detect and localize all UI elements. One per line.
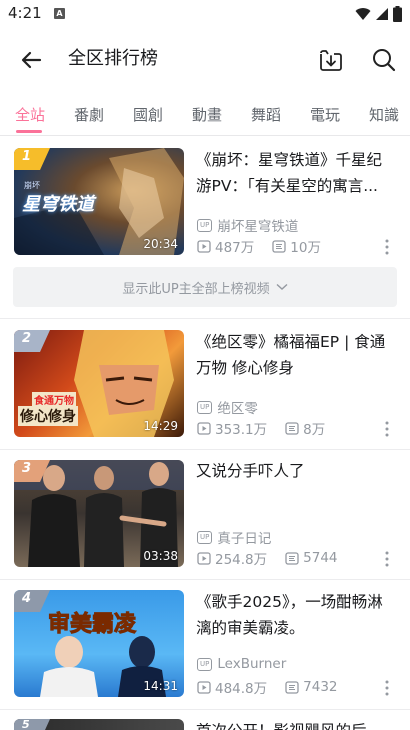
back-button[interactable]: [16, 46, 46, 74]
chevron-down-icon: [276, 283, 288, 290]
more-vertical-icon: [385, 421, 389, 437]
video-thumbnail[interactable]: 5: [14, 719, 184, 730]
video-title[interactable]: 《歌手2025》，一场酣畅淋漓的审美霸凌。: [196, 589, 396, 641]
divider: [0, 449, 410, 450]
thumbnail-caption: 修心修身: [18, 406, 78, 426]
play-count: 484.8万: [215, 681, 268, 697]
video-duration: 20:34: [143, 237, 178, 251]
video-stats: 487万 10万: [197, 236, 321, 256]
danmaku-count: 7432: [303, 679, 338, 695]
play-count-icon: [197, 239, 211, 253]
more-vertical-icon: [385, 239, 389, 255]
thumbnail-logo: 星穹铁道: [22, 194, 94, 215]
video-title[interactable]: 又说分手吓人了: [196, 458, 396, 484]
uploader-name: LexBurner: [217, 656, 287, 672]
divider: [0, 579, 410, 580]
uploader[interactable]: UP 崩坏星穹铁道: [197, 215, 298, 235]
notification-icon: A: [54, 8, 65, 19]
rank-badge: 2: [14, 330, 50, 352]
show-all-label: 显示此UP主全部上榜视频: [122, 281, 270, 297]
video-stats: 353.1万 8万: [197, 418, 325, 438]
danmaku-icon: [285, 680, 299, 694]
video-duration: 14:29: [143, 419, 178, 433]
more-vertical-icon: [385, 680, 389, 696]
play-count-icon: [197, 421, 211, 435]
video-title[interactable]: 首次公开！影视飓风的后台...: [196, 718, 396, 730]
download-button[interactable]: [316, 45, 346, 75]
battery-icon: [393, 6, 402, 22]
rank-number: 5: [22, 719, 30, 730]
status-time: 4:21: [8, 4, 42, 22]
tab-bangumi[interactable]: 番劇: [74, 104, 104, 125]
search-button[interactable]: [370, 46, 398, 74]
category-tabs: 全站 番劇 國創 動畫 舞蹈 電玩 知識: [0, 96, 410, 136]
video-duration: 14:31: [143, 679, 178, 693]
more-button[interactable]: [382, 420, 392, 438]
danmaku-icon: [272, 239, 286, 253]
video-thumbnail[interactable]: 审美霸凌 4 14:31: [14, 590, 184, 697]
show-all-uploader-videos-button[interactable]: 显示此UP主全部上榜视频: [13, 267, 397, 307]
page-title: 全区排行榜: [68, 48, 158, 69]
status-icons: [355, 5, 402, 23]
video-title[interactable]: 《绝区零》橘福福EP | 食通万物 修心修身: [196, 329, 396, 381]
uploader-name: 真子日记: [217, 531, 272, 547]
play-count-icon: [197, 551, 211, 565]
video-thumbnail[interactable]: 崩坏 星穹铁道 1 20:34: [14, 148, 184, 255]
play-count: 353.1万: [215, 422, 268, 438]
play-count: 254.8万: [215, 552, 268, 568]
more-button[interactable]: [382, 550, 392, 568]
video-thumbnail[interactable]: 3 03:38: [14, 460, 184, 567]
uploader[interactable]: UP 绝区零: [197, 397, 258, 417]
divider: [0, 318, 410, 319]
tab-indicator: [16, 130, 42, 133]
search-icon: [373, 49, 396, 72]
rank-badge: 5: [14, 719, 50, 730]
rank-badge: 4: [14, 590, 50, 612]
video-stats: 254.8万 5744: [197, 548, 338, 568]
rank-number: 2: [22, 331, 32, 346]
tab-knowledge[interactable]: 知識: [369, 104, 399, 125]
rank-badge: 1: [14, 148, 50, 170]
tab-dance[interactable]: 舞蹈: [251, 104, 281, 125]
video-thumbnail[interactable]: 食通万物 修心修身 2 14:29: [14, 330, 184, 437]
wifi-icon: [355, 8, 371, 20]
up-icon: UP: [197, 657, 213, 671]
thumbnail-caption: 审美霸凌: [47, 612, 137, 638]
more-button[interactable]: [382, 679, 392, 697]
play-count-icon: [197, 680, 211, 694]
video-title[interactable]: 《崩坏：星穹铁道》千星纪游PV：「有关星空的寓言...: [196, 147, 396, 199]
more-vertical-icon: [385, 551, 389, 567]
rank-badge: 3: [14, 460, 50, 482]
play-count: 487万: [215, 240, 255, 256]
rank-number: 4: [22, 591, 32, 606]
more-button[interactable]: [382, 238, 392, 256]
danmaku-icon: [285, 551, 299, 565]
video-duration: 03:38: [143, 549, 178, 563]
danmaku-count: 5744: [303, 550, 338, 566]
up-icon: UP: [197, 400, 213, 414]
rank-number: 3: [22, 461, 32, 476]
header: 全区排行榜: [0, 28, 410, 90]
danmaku-count: 10万: [290, 240, 321, 256]
download-icon: [320, 50, 342, 71]
tab-all[interactable]: 全站: [15, 104, 45, 125]
thumbnail-caption-top: 食通万物: [32, 392, 76, 407]
up-icon: UP: [197, 530, 213, 544]
uploader[interactable]: UP LexBurner: [197, 656, 286, 672]
danmaku-count: 8万: [303, 422, 326, 438]
tab-animation[interactable]: 動畫: [192, 104, 222, 125]
uploader[interactable]: UP 真子日记: [197, 527, 271, 547]
tab-games[interactable]: 電玩: [310, 104, 340, 125]
uploader-name: 崩坏星穹铁道: [217, 219, 299, 235]
rank-number: 1: [22, 149, 32, 164]
tab-guochuang[interactable]: 國創: [133, 104, 163, 125]
up-icon: UP: [197, 218, 213, 232]
signal-icon: [376, 8, 388, 20]
arrow-left-icon: [21, 51, 42, 69]
uploader-name: 绝区零: [217, 401, 258, 417]
video-stats: 484.8万 7432: [197, 677, 338, 697]
status-bar: 4:21 A: [0, 0, 410, 28]
danmaku-icon: [285, 421, 299, 435]
divider: [0, 709, 410, 710]
